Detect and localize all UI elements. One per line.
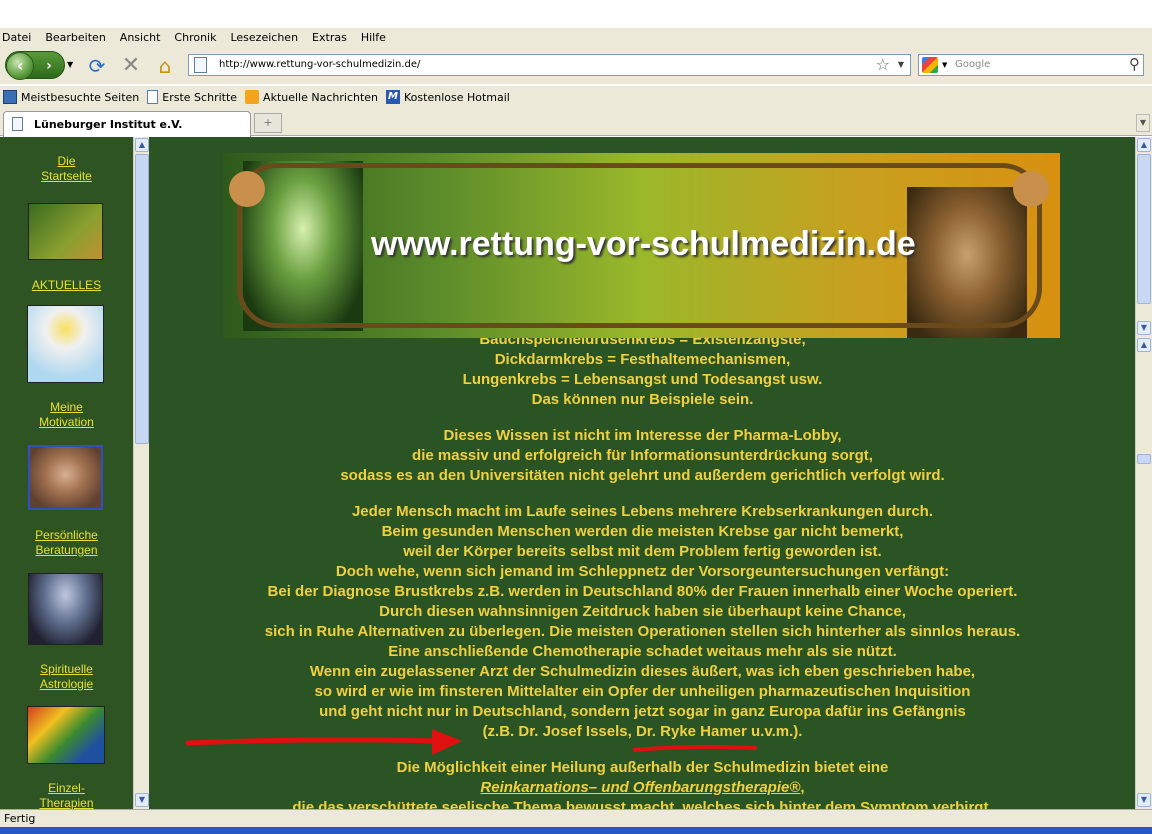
- main-frame: Bauchspeicheldrüsenkrebs = Existenzängst…: [150, 137, 1135, 809]
- stop-icon[interactable]: ✕: [120, 55, 142, 77]
- beratungen-thumbnail[interactable]: [28, 573, 103, 645]
- address-bar[interactable]: http://www.rettung-vor-schulmedizin.de/ …: [188, 54, 911, 76]
- page-icon: [12, 117, 23, 131]
- menu-bearbeiten[interactable]: Bearbeiten: [45, 31, 105, 44]
- menu-datei[interactable]: Datei: [2, 31, 31, 44]
- scroll-down-icon[interactable]: ▼: [1137, 321, 1151, 335]
- home-icon[interactable]: ⌂: [154, 55, 176, 77]
- sidebar-scrollbar[interactable]: ▲ ▼: [133, 137, 149, 809]
- link-line: Persönliche: [35, 528, 98, 542]
- scroll-down-icon[interactable]: ▼: [135, 793, 149, 807]
- bookmark-meistbesuchte[interactable]: Meistbesuchte Seiten: [3, 90, 139, 104]
- bookmark-label: Erste Schritte: [162, 90, 238, 104]
- sidebar-link-startseite[interactable]: Die Startseite: [0, 154, 133, 184]
- page-content: Die Startseite AKTUELLES Meine Motivation …: [0, 137, 1152, 809]
- startseite-thumbnail[interactable]: [28, 203, 103, 260]
- search-icon[interactable]: ⚲: [1129, 55, 1140, 73]
- back-forward-group: ‹ ›: [5, 51, 65, 80]
- bookmark-label: Aktuelle Nachrichten: [263, 90, 379, 104]
- tab-active[interactable]: Lüneburger Institut e.V.: [3, 111, 251, 137]
- menu-ansicht[interactable]: Ansicht: [120, 31, 161, 44]
- scroll-down-icon[interactable]: ▼: [1137, 793, 1151, 807]
- reload-icon[interactable]: ⟳: [86, 55, 108, 77]
- forward-button[interactable]: ›: [38, 56, 60, 76]
- scroll-thumb[interactable]: [1137, 154, 1151, 304]
- search-box[interactable]: ▼ Google ⚲: [918, 54, 1144, 76]
- new-tab-button[interactable]: +: [254, 113, 282, 133]
- menu-extras[interactable]: Extras: [312, 31, 347, 44]
- bookmark-star-icon[interactable]: ☆: [876, 55, 890, 74]
- status-bar: Fertig: [0, 809, 1152, 827]
- bookmark-label: Kostenlose Hotmail: [404, 90, 510, 104]
- sidebar-link-aktuelles[interactable]: AKTUELLES: [0, 278, 133, 293]
- link-line: Therapien: [39, 796, 94, 809]
- search-engine-dropdown-icon[interactable]: ▼: [942, 61, 947, 69]
- navigation-toolbar: ‹ › ▼ ⟳ ✕ ⌂ http://www.rettung-vor-schul…: [0, 46, 1152, 84]
- red-annotation-overlay: [185, 729, 757, 755]
- aktuelles-thumbnail[interactable]: [27, 305, 104, 383]
- tab-list-dropdown-icon[interactable]: ▼: [1136, 114, 1150, 132]
- tab-bar: Lüneburger Institut e.V. + ▼: [0, 108, 1152, 137]
- search-input[interactable]: Google: [955, 59, 990, 70]
- sidebar-link-motivation[interactable]: Meine Motivation: [0, 400, 133, 430]
- page-icon: [194, 57, 207, 73]
- link-line: Die: [57, 154, 76, 168]
- sidebar-frame: Die Startseite AKTUELLES Meine Motivation …: [0, 137, 150, 809]
- scroll-up-icon[interactable]: ▲: [135, 138, 149, 152]
- menu-bar: Datei Bearbeiten Ansicht Chronik Lesezei…: [0, 28, 1152, 46]
- link-line: Meine: [50, 400, 83, 414]
- page-icon: [147, 90, 159, 104]
- link-line: Startseite: [41, 169, 92, 183]
- taskbar: [0, 827, 1152, 834]
- scroll-thumb[interactable]: [1137, 454, 1151, 464]
- bookmarks-toolbar: Meistbesuchte Seiten Erste Schritte Aktu…: [0, 86, 1152, 108]
- menu-lesezeichen[interactable]: Lesezeichen: [230, 31, 298, 44]
- link-line: Astrologie: [39, 677, 94, 691]
- url-dropdown-icon[interactable]: ▼: [898, 60, 904, 69]
- main-scrollbar[interactable]: ▲ ▼ ▲ ▼: [1135, 137, 1152, 809]
- red-arrow-head: [432, 729, 462, 755]
- red-arrow-line: [185, 737, 443, 746]
- sidebar-link-beratungen[interactable]: Persönliche Beratungen: [0, 528, 133, 558]
- scroll-up-icon[interactable]: ▲: [1137, 138, 1151, 152]
- sidebar-link-astrologie[interactable]: Spirituelle Astrologie: [0, 662, 133, 692]
- red-underline: [633, 744, 757, 752]
- scroll-thumb[interactable]: [135, 154, 149, 444]
- sidebar-link-therapien[interactable]: Einzel- Therapien: [0, 781, 133, 809]
- tab-title: Lüneburger Institut e.V.: [34, 118, 183, 131]
- bookmark-nachrichten[interactable]: Aktuelle Nachrichten: [245, 90, 378, 104]
- scroll-up-icon[interactable]: ▲: [1137, 338, 1151, 352]
- astrologie-thumbnail[interactable]: [27, 706, 105, 764]
- link-line: Spirituelle: [40, 662, 93, 676]
- link-line: Einzel-: [48, 781, 85, 795]
- bookmark-erste-schritte[interactable]: Erste Schritte: [147, 90, 237, 104]
- history-dropdown-icon[interactable]: ▼: [67, 60, 73, 69]
- rss-icon: [245, 90, 260, 104]
- hotmail-icon: M: [386, 90, 401, 104]
- portrait-thumbnail[interactable]: [28, 445, 103, 510]
- bookmark-label: Meistbesuchte Seiten: [21, 90, 140, 104]
- menu-chronik[interactable]: Chronik: [174, 31, 216, 44]
- link-line: Beratungen: [35, 543, 98, 557]
- url-text: http://www.rettung-vor-schulmedizin.de/: [219, 59, 421, 70]
- link-line: Motivation: [39, 415, 94, 429]
- google-icon[interactable]: [922, 57, 938, 73]
- most-visited-icon: [3, 90, 17, 104]
- back-button[interactable]: ‹: [6, 52, 34, 80]
- bookmark-hotmail[interactable]: M Kostenlose Hotmail: [386, 90, 510, 104]
- menu-hilfe[interactable]: Hilfe: [361, 31, 386, 44]
